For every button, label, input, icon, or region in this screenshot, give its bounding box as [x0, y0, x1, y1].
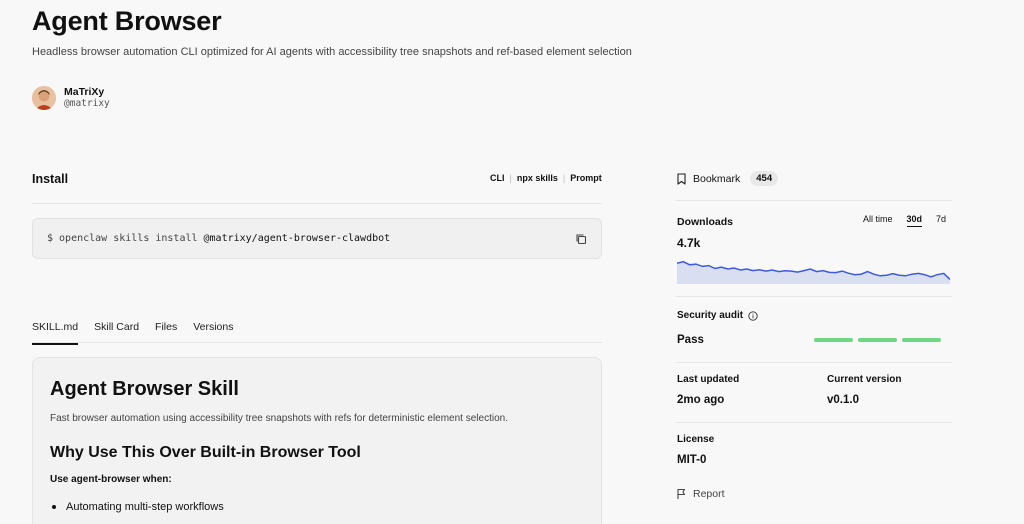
- downloads-range-selector: All time 30d 7d: [863, 214, 946, 227]
- install-option-npx[interactable]: npx skills: [517, 173, 558, 183]
- author-name[interactable]: MaTriXy: [64, 86, 110, 98]
- bookmark-icon: [677, 172, 686, 185]
- divider: [32, 203, 602, 204]
- tab-skill-md[interactable]: SKILL.md: [32, 316, 79, 345]
- command-package: @matrixy/agent-browser-clawdbot: [203, 233, 391, 244]
- divider: [676, 200, 952, 201]
- bullet-icon: [52, 505, 56, 509]
- tab-files[interactable]: Files: [155, 316, 177, 345]
- report-button[interactable]: Report: [676, 488, 725, 500]
- skill-document: Agent Browser Skill Fast browser automat…: [32, 357, 602, 524]
- security-audit-value: Pass: [677, 334, 704, 346]
- security-audit-text: Security audit: [677, 310, 744, 321]
- avatar-icon: [32, 86, 56, 110]
- security-bar: [902, 338, 941, 342]
- tab-skill-card[interactable]: Skill Card: [94, 316, 139, 345]
- downloads-label: Downloads: [677, 216, 734, 228]
- flag-icon: [677, 488, 686, 499]
- separator: |: [562, 173, 566, 183]
- command-prefix: $ openclaw skills install: [47, 233, 198, 244]
- tab-versions[interactable]: Versions: [193, 316, 233, 345]
- range-30d[interactable]: 30d: [906, 214, 923, 227]
- skill-intro: Fast browser automation using accessibil…: [50, 413, 508, 424]
- bookmark-count: 454: [750, 171, 779, 186]
- security-bar: [858, 338, 897, 342]
- divider: [676, 296, 952, 297]
- downloads-value: 4.7k: [677, 236, 701, 250]
- install-option-prompt[interactable]: Prompt: [570, 173, 602, 183]
- security-audit-label: Security audit: [677, 310, 758, 321]
- bookmark-button[interactable]: Bookmark 454: [676, 171, 779, 186]
- content-tabs: SKILL.md Skill Card Files Versions: [32, 316, 250, 345]
- page-title: Agent Browser: [32, 6, 222, 36]
- install-command-box: $ openclaw skills install @matrixy/agent…: [32, 218, 602, 259]
- divider: [676, 422, 952, 423]
- current-version-value: v0.1.0: [827, 394, 859, 406]
- range-7d[interactable]: 7d: [936, 214, 946, 227]
- skill-subheading: Why Use This Over Built-in Browser Tool: [50, 444, 361, 461]
- range-all-time[interactable]: All time: [863, 214, 893, 227]
- page-subtitle: Headless browser automation CLI optimize…: [32, 46, 632, 58]
- current-version-label: Current version: [827, 374, 902, 385]
- install-option-cli[interactable]: CLI: [490, 173, 505, 183]
- list-item-text: Automating multi-step workflows: [66, 501, 224, 513]
- bookmark-label: Bookmark: [693, 172, 741, 185]
- downloads-sparkline: [677, 260, 950, 284]
- divider: [676, 362, 952, 363]
- skill-use-when: Use agent-browser when:: [50, 474, 172, 485]
- skill-heading: Agent Browser Skill: [50, 378, 239, 400]
- security-bar: [814, 338, 853, 342]
- tabs-divider: [32, 342, 602, 343]
- install-title: Install: [32, 172, 69, 186]
- install-options: CLI | npx skills | Prompt: [490, 173, 602, 183]
- author[interactable]: MaTriXy @matrixy: [32, 86, 110, 110]
- separator: |: [509, 173, 512, 183]
- security-bars: [814, 338, 941, 342]
- last-updated-value: 2mo ago: [677, 394, 725, 406]
- list-item: Automating multi-step workflows: [50, 501, 584, 513]
- report-label: Report: [693, 488, 725, 500]
- author-handle: @matrixy: [64, 98, 110, 109]
- license-label: License: [677, 434, 715, 445]
- info-icon[interactable]: [748, 310, 758, 321]
- copy-icon[interactable]: [575, 233, 587, 245]
- license-value: MIT-0: [677, 454, 707, 466]
- sparkline-area: [677, 261, 950, 284]
- last-updated-label: Last updated: [677, 374, 740, 385]
- avatar[interactable]: [32, 86, 56, 110]
